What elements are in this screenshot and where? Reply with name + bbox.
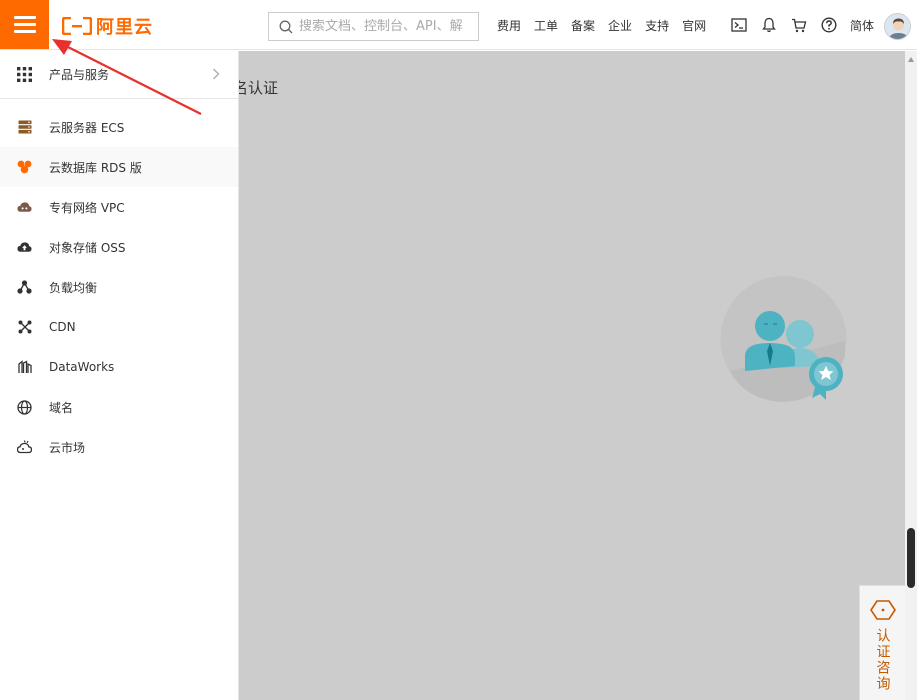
scrollbar-thumb[interactable] [907,528,915,588]
shopping-cart-icon [792,18,807,32]
user-avatar[interactable] [884,13,911,40]
consult-label: 认证咨询 [874,628,891,692]
nav-ticket[interactable]: 工单 [534,17,558,34]
nav-enterprise[interactable]: 企业 [608,17,632,34]
main-content-overlay[interactable]: 名认证 [233,51,905,700]
scroll-up-arrow-icon[interactable] [908,57,914,62]
market-icon [17,440,32,455]
terminal-icon [731,18,747,32]
aliyun-logo[interactable]: 阿里云 [62,14,153,38]
cdn-icon [17,320,32,335]
search-icon [279,20,293,33]
cart-button[interactable] [784,0,814,50]
top-nav-links: 费用 工单 备案 企业 支持 官网 [497,0,719,50]
terminal-button[interactable] [724,0,754,50]
grid-apps-icon [17,67,32,82]
sidebar-products-label: 产品与服务 [49,68,110,82]
help-button[interactable] [814,0,844,50]
sidebar-item-label: DataWorks [49,360,115,374]
load-balancer-icon [17,280,32,295]
language-switch[interactable]: 简体 [850,17,874,34]
sidebar-item-label: 域名 [49,400,74,415]
server-icon [17,120,32,135]
sidebar-item-label: 专有网络 VPC [49,200,125,215]
sidebar-item-label: 云服务器 ECS [49,120,125,135]
menu-line-icon [13,30,36,33]
user-avatar-icon [885,14,910,39]
verified-users-icon [720,276,847,402]
sidebar-item-slb[interactable]: 负载均衡 [0,267,238,307]
sidebar-item-oss[interactable]: 对象存储 OSS [0,227,238,267]
products-sidebar: 产品与服务 云服务器 ECS 云数据库 RDS 版 专有网络 VPC 对象存储 … [0,51,239,700]
aliyun-bracket-logo-icon [62,17,92,35]
sidebar-item-label: CDN [49,320,76,334]
verification-illustration [720,276,847,406]
search-box[interactable] [268,12,479,41]
page-scrollbar[interactable] [905,51,917,700]
page-title: 名认证 [233,79,279,97]
hamburger-menu-button[interactable] [0,0,49,49]
nav-billing[interactable]: 费用 [497,17,521,34]
question-circle-icon [821,17,837,33]
database-icon [17,160,32,175]
dataworks-icon [17,360,32,375]
sidebar-item-label: 云市场 [49,440,86,455]
search-input[interactable] [299,19,469,34]
sidebar-item-label: 对象存储 OSS [49,240,126,255]
top-nav-icons: 简体 [724,0,886,50]
sidebar-item-dataworks[interactable]: DataWorks [0,347,238,387]
sidebar-product-list: 云服务器 ECS 云数据库 RDS 版 专有网络 VPC 对象存储 OSS 负载… [0,99,238,467]
sidebar-item-marketplace[interactable]: 云市场 [0,427,238,467]
nav-icp-filing[interactable]: 备案 [571,17,595,34]
cloud-network-icon [17,200,32,215]
menu-line-icon [13,23,36,26]
sidebar-products-and-services[interactable]: 产品与服务 [0,51,238,99]
bell-icon [762,17,776,33]
menu-line-icon [13,16,36,19]
top-navigation-bar: 阿里云 费用 工单 备案 企业 支持 官网 [0,0,917,50]
sidebar-item-domain[interactable]: 域名 [0,387,238,427]
sidebar-item-label: 负载均衡 [49,280,98,295]
sidebar-item-label: 云数据库 RDS 版 [49,160,142,175]
nav-support[interactable]: 支持 [645,17,669,34]
sidebar-item-rds[interactable]: 云数据库 RDS 版 [0,147,238,187]
nav-official-site[interactable]: 官网 [682,17,706,34]
sidebar-item-ecs[interactable]: 云服务器 ECS [0,107,238,147]
certification-consult-widget[interactable]: 认证咨询 [859,585,905,700]
globe-icon [17,399,32,415]
consult-hexagon-icon [869,600,896,620]
chevron-right-icon [213,68,220,80]
sidebar-item-cdn[interactable]: CDN [0,307,238,347]
cloud-storage-icon [17,240,32,255]
logo-text: 阿里云 [96,17,153,38]
sidebar-item-vpc[interactable]: 专有网络 VPC [0,187,238,227]
notification-button[interactable] [754,0,784,50]
